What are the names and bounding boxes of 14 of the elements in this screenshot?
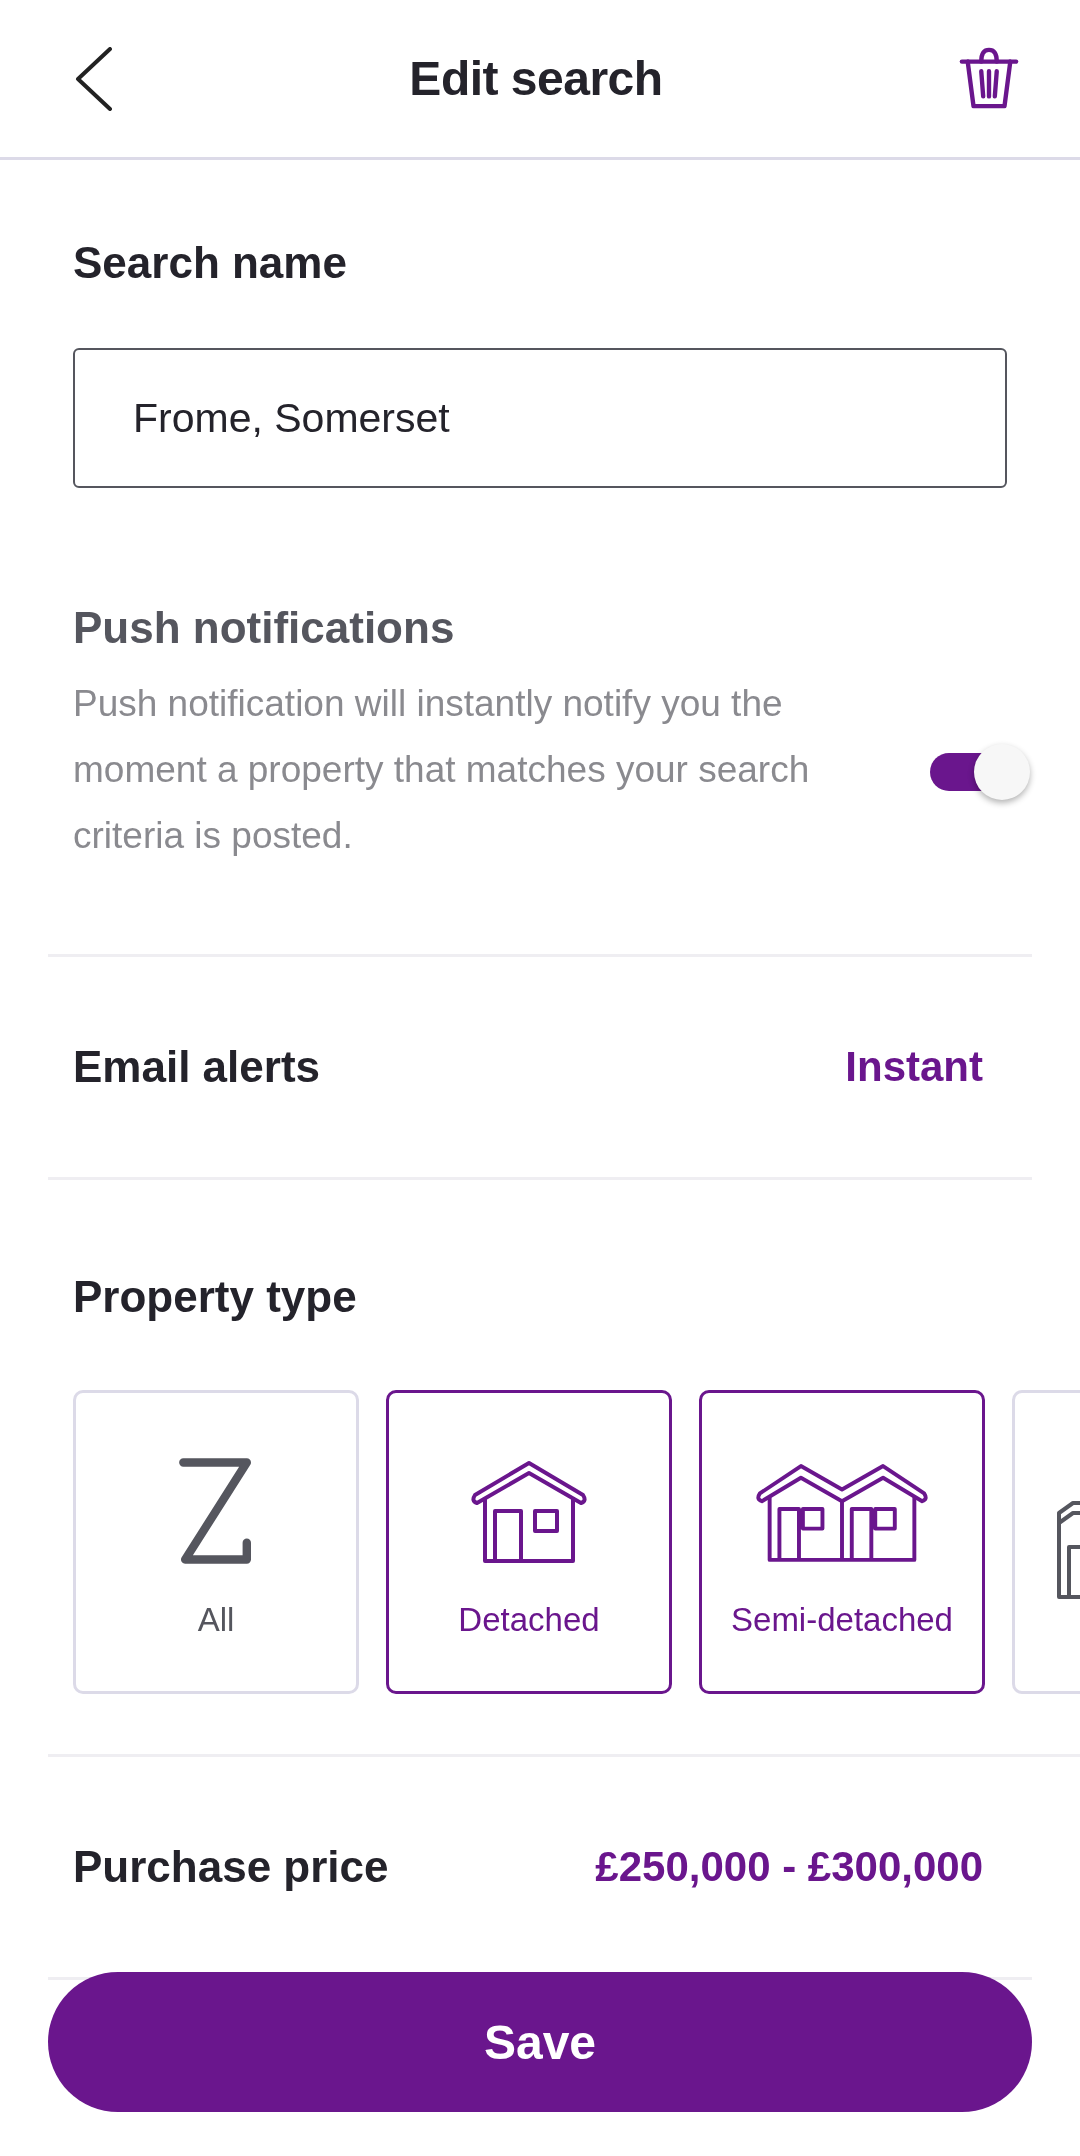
section-heading: Push notifications: [73, 603, 456, 653]
email-alerts-value[interactable]: Instant: [845, 1043, 983, 1091]
property-type-card[interactable]: All: [73, 1390, 359, 1694]
row-label: Email alerts: [73, 1042, 321, 1092]
section-heading: Search name: [73, 238, 348, 288]
save-button[interactable]: Save: [48, 1972, 1032, 2112]
description-text: Push notification will instantly notify you the moment a property that matches your search criteria is posted.: [73, 682, 811, 858]
search-name-field[interactable]: Frome, Somerset: [73, 348, 1007, 488]
price-range-value[interactable]: £250,000 - £300,000: [595, 1843, 983, 1891]
section-heading: Property type: [73, 1272, 358, 1322]
row-label: Purchase price: [73, 1842, 389, 1892]
property-type-card[interactable]: Semi-detached: [699, 1390, 985, 1694]
page-title: Edit search: [409, 51, 663, 106]
property-type-card[interactable]: Detached: [386, 1390, 672, 1694]
